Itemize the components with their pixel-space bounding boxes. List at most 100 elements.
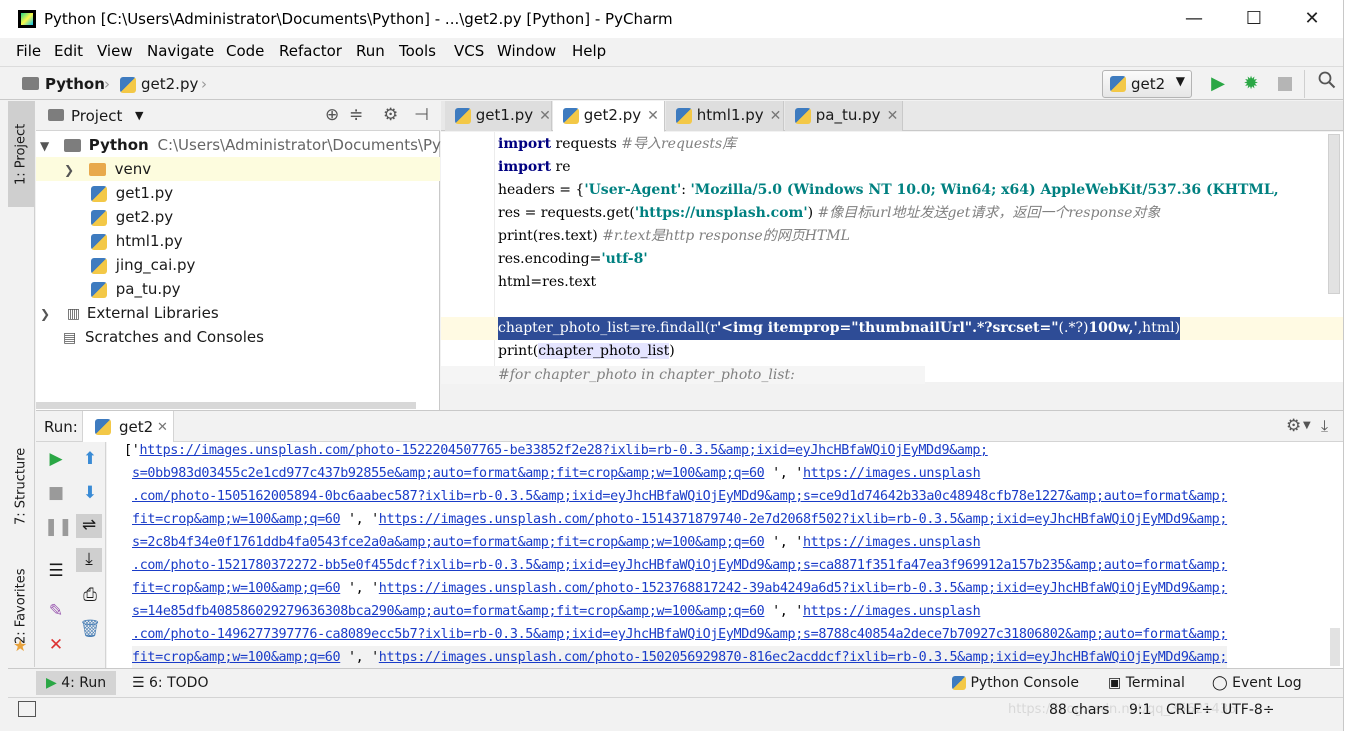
close-tab-icon[interactable]: ✕ [647,108,659,124]
console-link[interactable]: https://images.unsplash.com/photo-151437… [379,512,1228,527]
chevron-right-icon: ❯ [40,307,51,321]
console-link[interactable]: https://images.unsplash [803,604,981,619]
console-link[interactable]: fit=crop&amp;w=100&amp;q=60 [132,581,341,596]
tool-tab-project[interactable]: 1: Project [8,101,34,207]
stop-icon[interactable] [1272,71,1298,97]
project-folder-icon [22,77,39,90]
rerun-icon[interactable]: ▶ [44,448,68,470]
left-tool-stripe: 1: Project 7: Structure 2: Favorites ★ [8,101,35,667]
menu-navigate[interactable]: Navigate [147,42,214,60]
run-tab-get2[interactable]: get2 ✕ [82,411,174,442]
status-caret-position[interactable]: 9:1 [1129,702,1152,718]
tree-item-label: get1.py [115,184,174,202]
console-link[interactable]: s=2c8b4f34e0f1761ddb4fa0543fce2a0a&amp;a… [132,535,765,550]
search-icon[interactable] [1314,71,1340,97]
tree-item-pa-tu[interactable]: pa_tu.py [91,277,181,301]
console-link[interactable]: https://images.unsplash [803,466,981,481]
console-link[interactable]: s=0bb983d03455c2e1cd977c437b92855e&amp;a… [132,466,765,481]
maximize-button[interactable]: ☐ [1234,6,1274,32]
console-link[interactable]: .com/photo-1496277397776-ca8089ecc5b7?ix… [132,627,1227,642]
chevron-down-icon[interactable]: ▼ [135,109,143,122]
console-link[interactable]: .com/photo-1505162005894-0bc6aabec587?ix… [132,489,1227,504]
console-link[interactable]: https://images.unsplash.com/photo-150205… [379,650,1228,665]
tree-root[interactable]: ▼ Python C:\Users\Administrator\Document… [40,133,456,157]
tool-tab-terminal[interactable]: ▣ Terminal [1098,671,1195,695]
tab-pa-tu[interactable]: pa_tu.py ✕ [785,101,903,131]
trash-icon[interactable]: 🗑 [78,618,102,640]
tree-item-html1[interactable]: html1.py [91,229,183,253]
tree-item-get1[interactable]: get1.py [91,181,173,205]
scroll-to-end-icon[interactable]: ⤓ [76,548,102,572]
tree-item-get2[interactable]: get2.py [91,205,173,229]
close-tab-icon[interactable]: ✕ [887,108,899,124]
crosshair-icon[interactable]: ⊕ [325,105,339,125]
project-panel-title[interactable]: Project [71,107,122,125]
tool-tab-todo[interactable]: ☰ 6: TODO [122,671,218,695]
menu-view[interactable]: View [97,42,133,60]
gear-icon[interactable]: ⚙ [1286,416,1301,436]
tab-get2[interactable]: get2.py ✕ [553,101,665,132]
console-link[interactable]: https://images.unsplash.com/photo-152376… [379,581,1228,596]
project-horizontal-scrollbar[interactable] [36,402,416,409]
close-icon[interactable]: ✕ [44,634,68,656]
bug-icon[interactable]: ✹ [1238,71,1264,97]
pause-icon[interactable]: ❚❚ [44,516,73,538]
console-scrollbar[interactable] [1330,628,1340,666]
menu-edit[interactable]: Edit [54,42,83,60]
run-configuration-select[interactable]: get2 ▼ [1102,70,1192,98]
tool-tab-run[interactable]: ▶ 4: Run [36,671,117,695]
menu-help[interactable]: Help [572,42,606,60]
close-button[interactable]: ✕ [1292,6,1332,32]
tree-item-venv[interactable]: ❯ venv [36,157,440,181]
menu-file[interactable]: File [16,42,41,60]
console-link[interactable]: fit=crop&amp;w=100&amp;q=60 [132,650,341,665]
soft-wrap-icon[interactable]: ⇌ [76,514,102,538]
tree-item-scratches[interactable]: ▤ Scratches and Consoles [63,325,264,349]
tree-item-external-libraries[interactable]: ❯ ▥ External Libraries [40,301,219,325]
stop-icon[interactable]: ■ [44,482,68,504]
tool-tab-event-log[interactable]: ◯ Event Log [1202,671,1312,695]
console-link[interactable]: .com/photo-1521780372272-bb5e0f455dcf?ix… [132,558,1227,573]
chevron-down-icon[interactable]: ▼ [1303,420,1311,431]
tool-tab-structure[interactable]: 7: Structure [8,431,34,541]
play-icon[interactable]: ▶ [1205,71,1231,97]
toggle-tool-windows-icon[interactable] [18,701,36,717]
tab-get1[interactable]: get1.py ✕ [445,101,552,131]
pin-icon[interactable]: ✎ [44,600,68,622]
collapse-all-icon[interactable]: ≑ [349,105,363,125]
tab-html1[interactable]: html1.py ✕ [666,101,784,131]
console-link[interactable]: https://images.unsplash.com/photo-152220… [139,443,988,458]
gear-icon[interactable]: ⚙ [383,105,398,125]
menu-run[interactable]: Run [356,42,385,60]
tree-item-jing-cai[interactable]: jing_cai.py [91,253,195,277]
hide-panel-icon[interactable]: ⊣ [414,105,429,125]
layout-icon[interactable]: ☰ [44,560,68,582]
menu-tools[interactable]: Tools [399,42,436,60]
breadcrumb-file[interactable]: get2.py [141,75,198,93]
close-tab-icon[interactable]: ✕ [539,108,551,124]
minimize-button[interactable]: — [1174,6,1214,32]
tool-tab-python-console[interactable]: Python Console [942,671,1089,695]
menu-window[interactable]: Window [497,42,556,60]
code-line-6: res.encoding='utf-8' [498,251,648,267]
menu-vcs[interactable]: VCS [454,42,484,60]
hide-panel-icon[interactable]: ⤓ [1321,416,1328,436]
code-line-5: print(res.text) #r.text是http response的网页… [498,228,850,244]
close-tab-icon[interactable]: ✕ [157,420,168,435]
terminal-icon: ▣ [1108,675,1122,691]
console-link[interactable]: fit=crop&amp;w=100&amp;q=60 [132,512,341,527]
editor-scrollbar[interactable] [1328,134,1340,294]
menu-code[interactable]: Code [226,42,264,60]
console-link[interactable]: s=14e85dfb408586029279636308bca290&amp;a… [132,604,765,619]
menu-refactor[interactable]: Refactor [279,42,342,60]
arrow-up-icon[interactable]: ⬆ [78,448,102,470]
status-line-separator[interactable]: CRLF÷ [1166,702,1213,718]
console-link[interactable]: https://images.unsplash [803,535,981,550]
close-tab-icon[interactable]: ✕ [770,108,782,124]
breadcrumb-project[interactable]: Python [45,75,105,93]
code-line-11: #for chapter_photo in chapter_photo_list… [498,367,795,383]
python-file-icon [91,209,107,226]
arrow-down-icon[interactable]: ⬇ [78,482,102,504]
status-encoding[interactable]: UTF-8÷ [1222,702,1275,718]
print-icon[interactable]: ⎙ [78,584,102,606]
